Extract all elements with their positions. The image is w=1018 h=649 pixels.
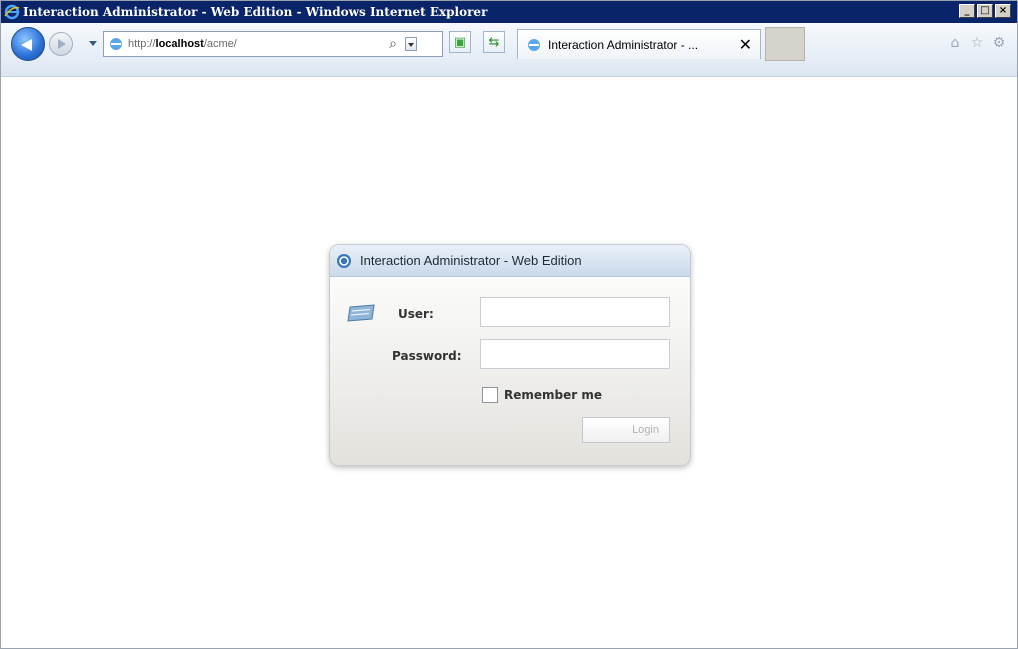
keyboard-icon	[347, 304, 375, 322]
remember-me-label: Remember me	[504, 388, 602, 402]
favorites-star-icon[interactable]: ☆	[969, 35, 985, 51]
maximize-button[interactable]: □	[977, 4, 993, 18]
remember-me-checkbox[interactable]	[482, 387, 498, 403]
tab-favicon-icon	[528, 38, 540, 51]
address-bar-group: http://localhost/acme/ ⌕	[103, 31, 507, 57]
page-icon	[110, 38, 122, 50]
dialog-title: Interaction Administrator - Web Edition	[360, 253, 582, 268]
close-button[interactable]: ×	[995, 4, 1011, 18]
password-input[interactable]	[480, 339, 670, 369]
ie-logo-icon	[4, 4, 20, 20]
user-input[interactable]	[480, 297, 670, 327]
search-icon[interactable]: ⌕	[383, 34, 403, 54]
user-label: User:	[398, 307, 434, 321]
history-dropdown-icon[interactable]	[89, 41, 97, 46]
browser-toolbar: http://localhost/acme/ ⌕ ▣ ⇆ Interaction…	[1, 23, 1017, 77]
new-tab-button[interactable]	[765, 27, 805, 61]
back-arrow-icon[interactable]	[11, 27, 45, 61]
page-content: Interaction Administrator - Web Edition …	[1, 78, 1017, 648]
browser-tab[interactable]: Interaction Administrator - ... ✕	[517, 29, 761, 59]
window-title: Interaction Administrator - Web Edition …	[23, 5, 488, 19]
close-icon[interactable]: ✕	[739, 36, 752, 53]
forward-arrow-icon[interactable]	[49, 32, 73, 56]
tab-label: Interaction Administrator - ...	[548, 37, 699, 52]
minimize-button[interactable]: _	[959, 4, 975, 18]
address-url: http://localhost/acme/	[128, 38, 237, 50]
app-logo-icon	[337, 253, 351, 268]
browser-window: Interaction Administrator - Web Edition …	[0, 0, 1018, 649]
password-label: Password:	[392, 349, 462, 363]
dialog-header: Interaction Administrator - Web Edition	[330, 245, 690, 277]
gear-icon[interactable]: ⚙	[991, 35, 1007, 51]
address-dropdown[interactable]	[405, 37, 417, 51]
compatibility-view-icon[interactable]: ▣	[449, 31, 471, 53]
login-button[interactable]: Login	[582, 417, 670, 443]
window-controls: _ □ ×	[959, 4, 1011, 18]
login-dialog: Interaction Administrator - Web Edition …	[329, 244, 691, 466]
command-icons: ⌂ ☆ ⚙	[947, 35, 1007, 51]
title-bar: Interaction Administrator - Web Edition …	[1, 1, 1017, 23]
address-buttons: ⌕	[383, 31, 417, 57]
home-icon[interactable]: ⌂	[947, 35, 963, 51]
refresh-icon[interactable]: ⇆	[483, 31, 505, 53]
